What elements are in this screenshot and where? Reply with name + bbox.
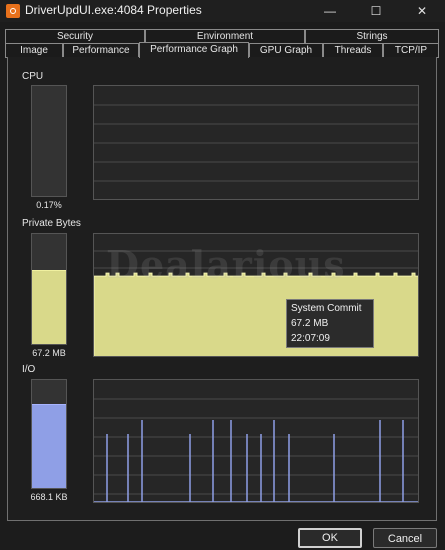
tab-gpu-graph[interactable]: GPU Graph	[249, 43, 323, 58]
close-button[interactable]: ✕	[399, 0, 445, 22]
cpu-label: CPU	[22, 71, 44, 82]
tab-strings[interactable]: Strings	[305, 29, 439, 44]
private-bytes-value: 67.2 MB	[32, 348, 66, 358]
cpu-meter	[31, 85, 67, 197]
cpu-value: 0.17%	[36, 200, 62, 210]
tab-image[interactable]: Image	[5, 43, 63, 58]
tab-security[interactable]: Security	[5, 29, 145, 44]
tooltip-value: 67.2 MB	[291, 318, 329, 329]
io-meter	[31, 379, 67, 489]
maximize-button[interactable]: ☐	[353, 0, 399, 22]
private-bytes-meter-fill	[32, 270, 66, 344]
tooltip-time: 22:07:09	[291, 333, 330, 344]
tab-tcpip[interactable]: TCP/IP	[383, 43, 439, 58]
cancel-button[interactable]: Cancel	[373, 528, 437, 548]
cpu-graph-canvas	[94, 104, 418, 182]
ok-button[interactable]: OK	[298, 528, 362, 548]
cpu-graph	[93, 85, 419, 200]
private-bytes-meter	[31, 233, 67, 345]
io-graph-canvas	[94, 398, 418, 502]
watermark-logo: Dealarious	[106, 242, 346, 287]
minimize-button[interactable]: —	[307, 0, 353, 22]
title-bar: DriverUpdUI.exe:4084 Properties — ☐ ✕	[0, 0, 445, 22]
tab-performance[interactable]: Performance	[63, 43, 139, 58]
tab-threads[interactable]: Threads	[323, 43, 383, 58]
private-bytes-label: Private Bytes	[22, 218, 81, 229]
io-meter-fill	[32, 403, 66, 488]
tooltip-title: System Commit	[291, 303, 362, 314]
io-label: I/O	[22, 364, 36, 375]
system-commit-tooltip: System Commit 67.2 MB 22:07:09	[286, 299, 374, 348]
io-graph	[93, 379, 419, 503]
app-icon	[6, 4, 20, 18]
io-value: 668.1 KB	[30, 492, 68, 502]
window-title: DriverUpdUI.exe:4084 Properties	[25, 3, 202, 17]
tab-performance-graph[interactable]: Performance Graph	[139, 42, 249, 58]
